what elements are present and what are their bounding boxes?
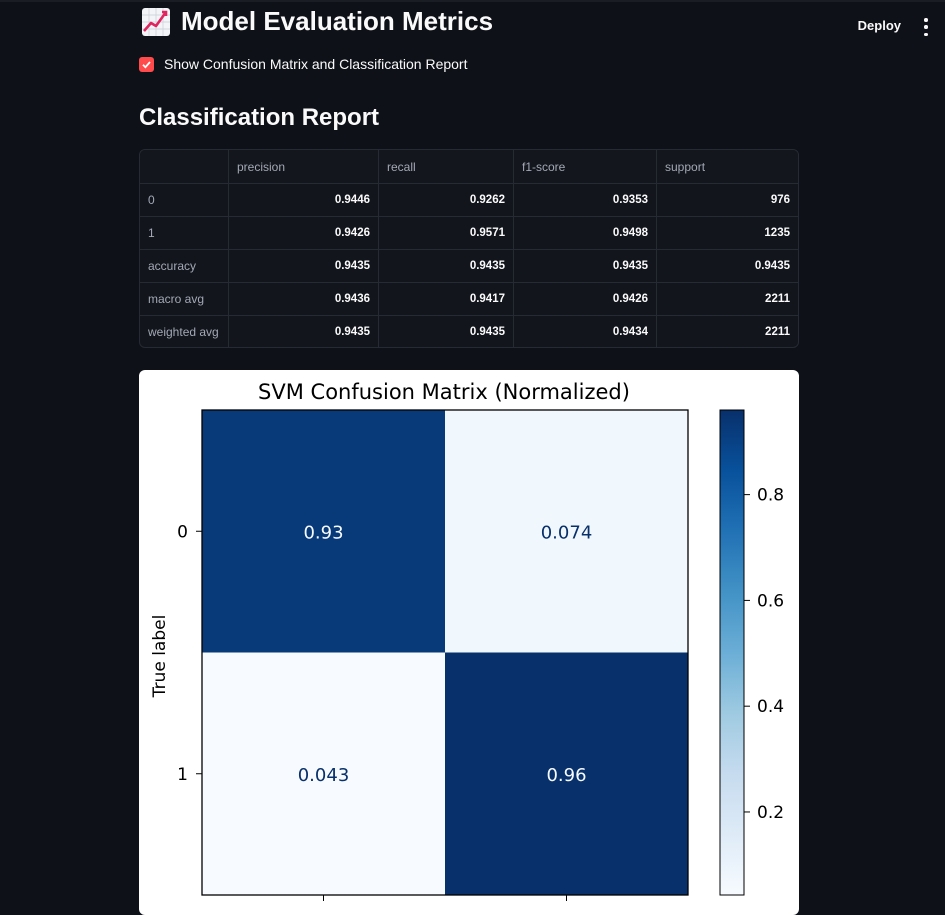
row-label[interactable]: accuracy	[140, 249, 229, 283]
table-cell[interactable]: 0.9436	[228, 282, 379, 316]
checkbox-checked-icon[interactable]	[139, 56, 154, 72]
cell-value-label: 0.074	[541, 522, 593, 543]
colorbar-tick-label: 0.4	[757, 697, 784, 717]
row-label[interactable]: macro avg	[140, 282, 229, 316]
table-cell[interactable]: 0.9426	[228, 216, 379, 250]
row-label[interactable]: 0	[140, 183, 229, 217]
header-accent-line	[0, 0, 945, 2]
table-cell[interactable]: 2211	[657, 316, 799, 348]
colorbar-tick-label: 0.2	[757, 803, 784, 823]
page-title: Model Evaluation Metrics	[141, 6, 493, 37]
table-row: macro avg 0.9436 0.9417 0.9426 2211	[140, 282, 798, 316]
table-cell[interactable]: 0.9446	[228, 183, 379, 217]
page-title-text: Model Evaluation Metrics	[181, 6, 494, 36]
vertical-ellipsis-icon[interactable]	[921, 18, 931, 36]
table-cell[interactable]: 0.9353	[513, 183, 657, 217]
row-label[interactable]: weighted avg	[140, 315, 229, 347]
table-cell[interactable]: 0.9434	[513, 315, 657, 347]
y-tick-label: 0	[177, 522, 188, 542]
column-header-index[interactable]	[140, 150, 229, 184]
table-cell[interactable]: 0.9435	[513, 249, 657, 283]
cell-value-label: 0.93	[303, 522, 343, 543]
table-cell[interactable]: 0.9435	[378, 249, 514, 283]
column-header-f1-score[interactable]: f1-score	[513, 150, 657, 184]
column-header-recall[interactable]: recall	[378, 150, 514, 184]
table-row: 1 0.9426 0.9571 0.9498 1235	[140, 216, 798, 250]
table-cell[interactable]: 0.9426	[513, 282, 657, 316]
table-cell[interactable]: 2211	[656, 282, 798, 316]
confusion-matrix-svg: SVM Confusion Matrix (Normalized) True l…	[150, 380, 784, 901]
table-header-row: precision recall f1-score support	[140, 150, 798, 184]
deploy-button[interactable]: Deploy	[858, 18, 901, 33]
column-header-support[interactable]: support	[656, 150, 798, 184]
show-report-checkbox[interactable]: Show Confusion Matrix and Classification…	[139, 56, 467, 72]
table-row: weighted avg 0.9435 0.9435 0.9434 2211	[140, 315, 799, 348]
table-cell[interactable]: 0.9435	[228, 249, 379, 283]
y-axis-label: True label	[150, 615, 170, 699]
table-cell[interactable]: 0.9417	[378, 282, 514, 316]
table-row: accuracy 0.9435 0.9435 0.9435 0.9435	[140, 249, 798, 283]
table-cell[interactable]: 0.9571	[378, 216, 514, 250]
colorbar	[719, 409, 745, 896]
table-cell[interactable]: 0.9435	[228, 315, 379, 347]
table-cell[interactable]: 976	[656, 183, 798, 217]
table-row: 0 0.9446 0.9262 0.9353 976	[140, 183, 798, 217]
confusion-matrix-chart: SVM Confusion Matrix (Normalized) True l…	[139, 370, 799, 915]
column-header-precision[interactable]: precision	[228, 150, 379, 184]
table-cell[interactable]: 0.9435	[378, 315, 514, 347]
table-cell[interactable]: 0.9498	[513, 216, 657, 250]
show-report-label: Show Confusion Matrix and Classification…	[164, 56, 468, 72]
colorbar-tick-label: 0.6	[757, 591, 784, 611]
cell-value-label: 0.96	[546, 765, 586, 786]
chart-title: SVM Confusion Matrix (Normalized)	[258, 380, 630, 404]
colorbar-tick-label: 0.8	[757, 486, 784, 506]
row-label[interactable]: 1	[140, 216, 229, 250]
classification-report-heading: Classification Report	[139, 104, 380, 131]
table-cell[interactable]: 0.9435	[656, 249, 798, 283]
cell-value-label: 0.043	[298, 765, 350, 786]
table-cell[interactable]: 1235	[656, 216, 798, 250]
chart-increasing-icon	[142, 7, 170, 36]
table-cell[interactable]: 0.9262	[378, 183, 514, 217]
y-tick-label: 1	[177, 765, 188, 785]
classification-report-table[interactable]: precision recall f1-score support 0 0.94…	[139, 149, 799, 348]
